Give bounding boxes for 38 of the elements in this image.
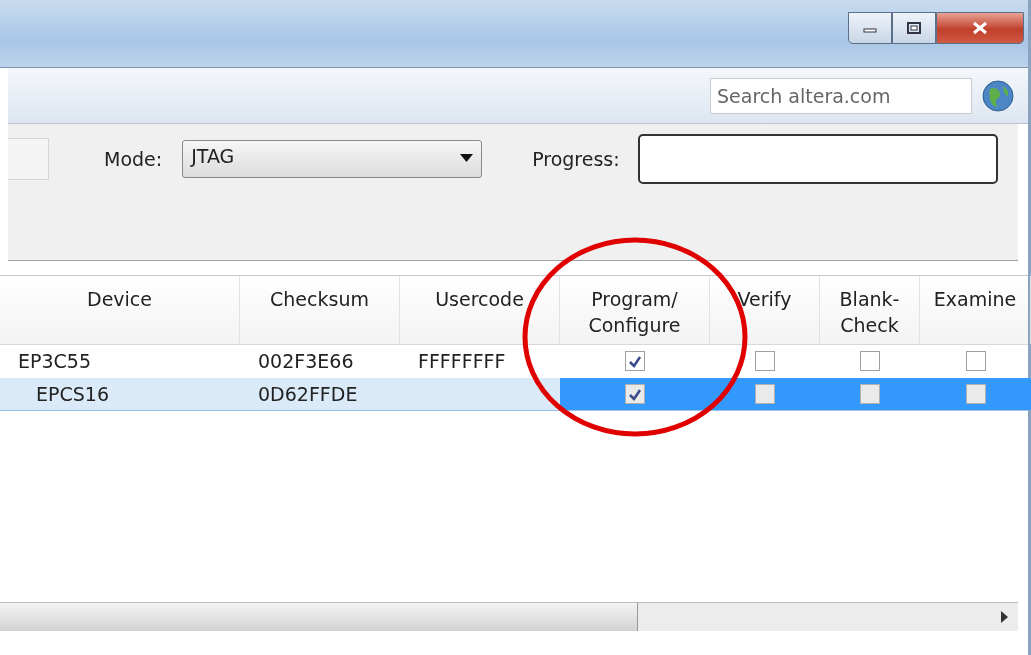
column-header[interactable]: Verify (710, 276, 820, 344)
horizontal-scrollbar[interactable] (0, 602, 1018, 631)
column-header[interactable]: Device (0, 276, 240, 344)
close-button[interactable] (936, 12, 1024, 44)
table-cell: 002F3E66 (258, 350, 354, 372)
checkbox[interactable] (965, 351, 986, 371)
text-field[interactable] (8, 138, 49, 180)
checkbox[interactable] (625, 351, 645, 371)
scrollbar-thumb[interactable] (0, 603, 638, 631)
checkbox[interactable] (755, 384, 775, 404)
maximize-icon (907, 22, 921, 34)
checkbox[interactable] (625, 384, 645, 404)
progress-label: Progress: (532, 148, 620, 170)
table-cell: EP3C55 (18, 350, 91, 372)
checkbox[interactable] (860, 384, 880, 404)
table-cell: EPCS16 (36, 383, 109, 405)
checkbox[interactable] (755, 351, 775, 371)
minimize-button[interactable] (848, 12, 892, 44)
table-row[interactable]: EPCS16 0D62FFDE (0, 378, 1028, 411)
table-cell: FFFFFFFF (418, 350, 506, 372)
check-icon (628, 354, 642, 368)
globe-icon[interactable] (982, 79, 1014, 112)
mode-dropdown[interactable]: JTAG (182, 140, 483, 178)
column-header[interactable]: Usercode (400, 276, 560, 344)
close-icon (972, 21, 988, 35)
checkbox[interactable] (965, 384, 986, 404)
column-header[interactable]: Checksum (240, 276, 400, 344)
scroll-right-arrow-icon[interactable] (1001, 611, 1008, 623)
dropdown-arrow-icon (460, 154, 474, 162)
table-cell: 0D62FFDE (258, 383, 358, 405)
checkbox[interactable] (860, 351, 880, 371)
mode-label: Mode: (104, 148, 163, 170)
column-header[interactable]: Examine (920, 276, 1031, 344)
check-icon (628, 387, 642, 401)
column-header[interactable]: Blank- Check (820, 276, 920, 344)
column-header[interactable]: Program/ Configure (560, 276, 710, 344)
search-field[interactable]: Search altera.com (710, 77, 972, 114)
maximize-button[interactable] (892, 12, 936, 44)
